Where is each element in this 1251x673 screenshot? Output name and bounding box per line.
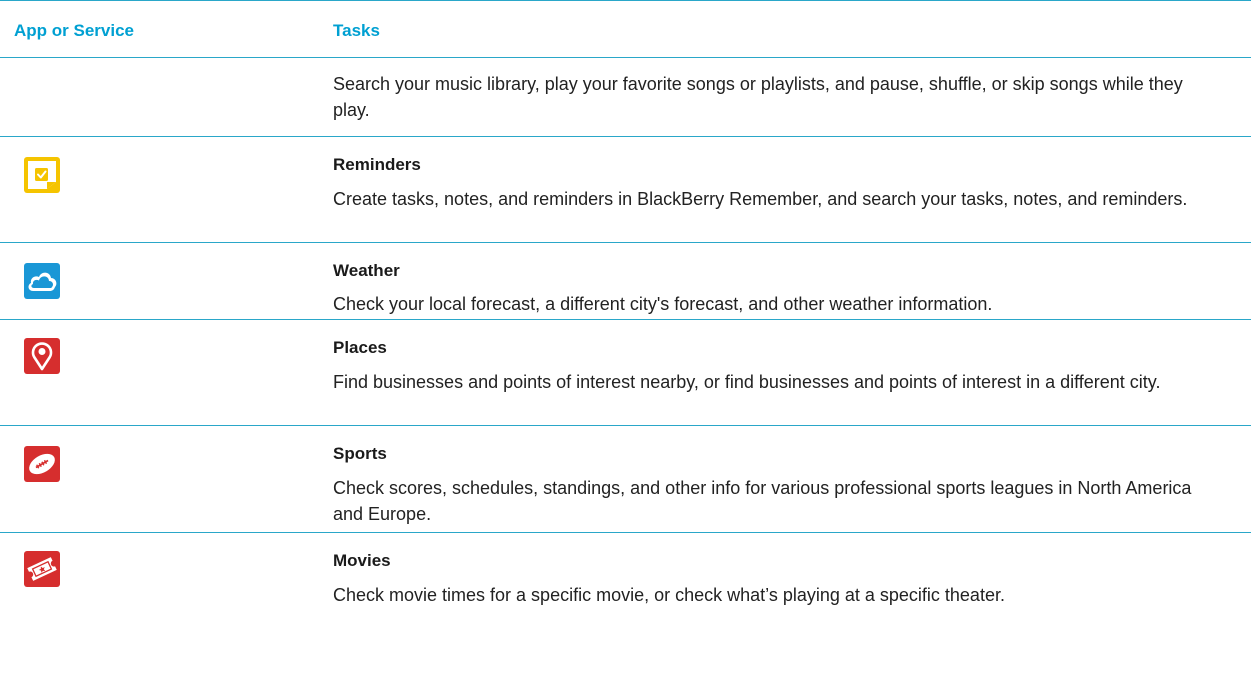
table-row-sports: Sports Check scores, schedules, standing… <box>0 426 1251 533</box>
task-description: Find businesses and points of interest n… <box>333 372 1161 392</box>
weather-icon <box>24 263 60 299</box>
task-description: Search your music library, play your fav… <box>333 74 1183 120</box>
task-title: Reminders <box>333 155 421 174</box>
movies-icon <box>24 551 60 587</box>
table-row-places: Places Find businesses and points of int… <box>0 320 1251 426</box>
task-title: Places <box>333 338 387 357</box>
task-description: Check scores, schedules, standings, and … <box>333 478 1192 524</box>
table-row-movies: Movies Check movie times for a specific … <box>0 533 1251 673</box>
task-description: Check your local forecast, a different c… <box>333 294 993 314</box>
task-description: Check movie times for a specific movie, … <box>333 585 1005 605</box>
task-title: Weather <box>333 261 400 280</box>
places-icon <box>24 338 60 374</box>
sports-icon <box>24 446 60 482</box>
table-row-weather: Weather Check your local forecast, a dif… <box>0 243 1251 320</box>
task-title: Sports <box>333 444 387 463</box>
task-title: Movies <box>333 551 391 570</box>
column-header-app: App or Service <box>14 21 134 40</box>
table-row-music: Search your music library, play your fav… <box>0 58 1251 137</box>
table-header: App or Service Tasks <box>0 0 1251 58</box>
task-description: Create tasks, notes, and reminders in Bl… <box>333 189 1188 209</box>
column-header-tasks: Tasks <box>333 21 380 40</box>
table-row-reminders: Reminders Create tasks, notes, and remin… <box>0 137 1251 243</box>
reminders-icon <box>24 157 60 193</box>
